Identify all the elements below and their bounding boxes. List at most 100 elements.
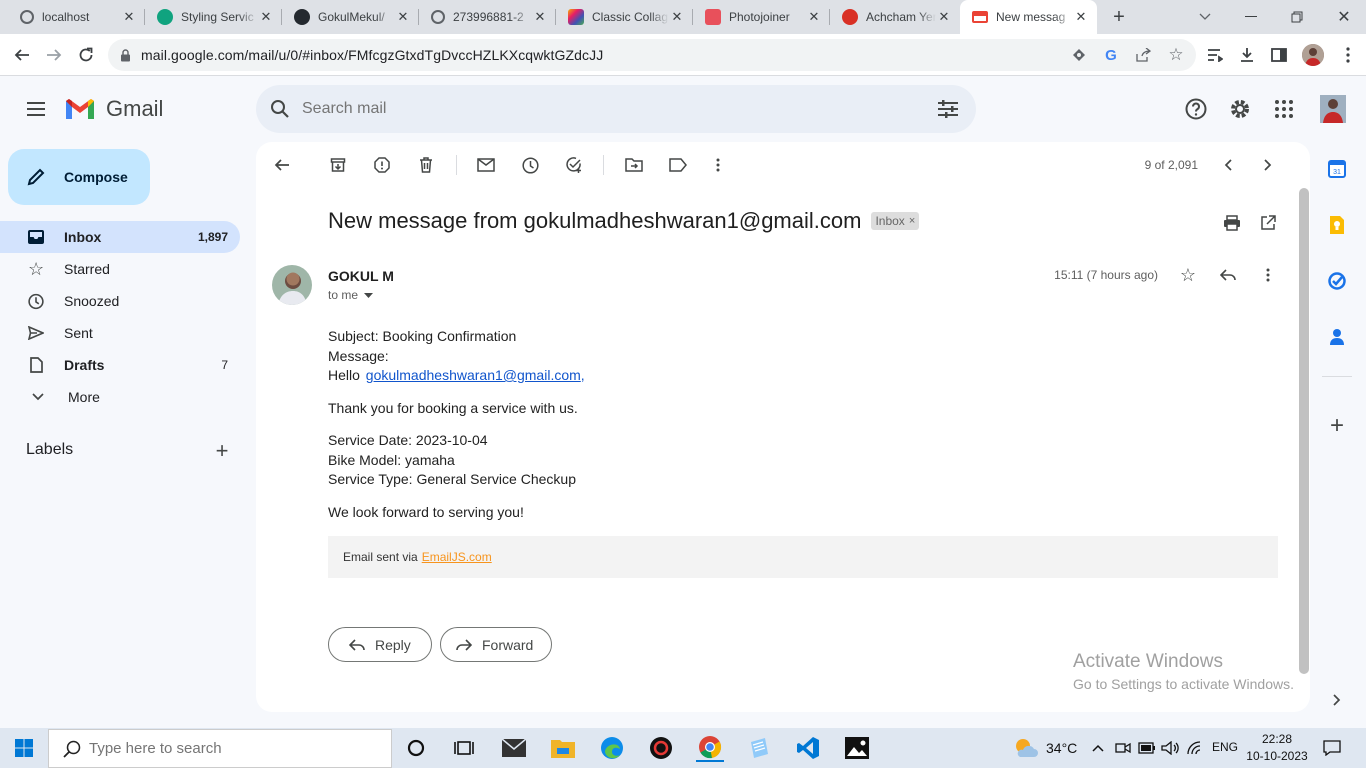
forward-button[interactable]: Forward <box>440 627 552 662</box>
gmail-logo[interactable]: Gmail <box>64 96 163 122</box>
share-icon[interactable] <box>1134 46 1152 64</box>
tab-search-icon[interactable] <box>1196 8 1214 26</box>
move-to-icon[interactable] <box>624 155 644 175</box>
mail-app-icon[interactable] <box>500 734 528 762</box>
close-window-icon[interactable]: ✕ <box>1333 6 1355 28</box>
apps-grid-icon[interactable] <box>1272 97 1296 121</box>
close-tab-icon[interactable]: ✕ <box>936 9 952 25</box>
reply-button[interactable]: Reply <box>328 627 432 662</box>
new-tab-icon[interactable]: + <box>1108 6 1130 28</box>
security-app-icon[interactable] <box>647 734 675 762</box>
photos-app-icon[interactable] <box>843 734 871 762</box>
taskbar-clock[interactable]: 22:28 10-10-2023 <box>1244 731 1310 765</box>
wifi-icon[interactable] <box>1187 739 1205 757</box>
mark-unread-icon[interactable] <box>476 155 496 175</box>
show-hidden-icons-chevron-icon[interactable] <box>1090 739 1106 757</box>
back-to-inbox-icon[interactable] <box>272 155 292 175</box>
forward-icon[interactable] <box>44 45 64 65</box>
account-avatar[interactable] <box>1320 95 1346 123</box>
lock-icon[interactable] <box>120 48 131 62</box>
close-tab-icon[interactable]: ✕ <box>532 9 548 25</box>
back-icon[interactable] <box>12 45 32 65</box>
nav-item-sent[interactable]: Sent <box>0 317 240 349</box>
search-options-icon[interactable] <box>938 100 958 118</box>
nav-item-drafts[interactable]: Drafts 7 <box>0 349 240 381</box>
get-addons-icon[interactable]: + <box>1327 412 1347 439</box>
meet-now-icon[interactable] <box>1114 739 1132 757</box>
close-tab-icon[interactable]: ✕ <box>121 9 137 25</box>
weather-icon[interactable] <box>1012 734 1040 762</box>
add-label-icon[interactable]: + <box>212 438 232 463</box>
minimize-window-icon[interactable] <box>1240 6 1262 28</box>
compose-button[interactable]: Compose <box>8 149 150 205</box>
sender-avatar[interactable] <box>272 265 312 305</box>
sender-name[interactable]: GOKUL M <box>328 268 394 284</box>
bookmark-star-icon[interactable]: ☆ <box>1166 45 1186 65</box>
notes-app-icon[interactable] <box>745 734 773 762</box>
browser-tab-active[interactable]: New messag ✕ <box>960 0 1097 34</box>
browser-tab[interactable]: Photojoiner ✕ <box>693 0 830 34</box>
contacts-app-icon[interactable] <box>1327 327 1347 347</box>
nav-item-snoozed[interactable]: Snoozed <box>0 285 240 317</box>
chrome-icon[interactable] <box>696 734 724 762</box>
profile-avatar[interactable] <box>1302 44 1324 66</box>
add-task-icon[interactable] <box>564 155 584 175</box>
browser-tab[interactable]: GokulMekul/ ✕ <box>282 0 419 34</box>
reading-list-icon[interactable] <box>1206 46 1224 64</box>
archive-icon[interactable] <box>328 155 348 175</box>
volume-icon[interactable] <box>1161 739 1179 757</box>
search-input[interactable] <box>302 100 902 118</box>
task-view-icon[interactable] <box>450 734 478 762</box>
more-options-icon[interactable] <box>708 155 728 175</box>
delete-icon[interactable] <box>416 155 436 175</box>
extension-icon[interactable] <box>1070 46 1088 64</box>
nav-item-more[interactable]: More <box>0 381 240 413</box>
emailjs-link[interactable]: EmailJS.com <box>422 550 492 564</box>
newer-chevron-left-icon[interactable] <box>1218 155 1238 175</box>
side-panel-icon[interactable] <box>1270 46 1288 64</box>
google-lens-icon[interactable]: G <box>1102 46 1120 64</box>
battery-icon[interactable] <box>1138 739 1156 757</box>
scrollbar[interactable] <box>1299 188 1309 674</box>
file-explorer-icon[interactable] <box>549 734 577 762</box>
reply-icon[interactable] <box>1218 265 1238 285</box>
close-tab-icon[interactable]: ✕ <box>258 9 274 25</box>
language-indicator[interactable]: ENG <box>1212 740 1238 754</box>
browser-tab[interactable]: localhost ✕ <box>8 0 145 34</box>
close-tab-icon[interactable]: ✕ <box>806 9 822 25</box>
search-bar[interactable] <box>256 85 976 133</box>
windows-start-icon[interactable] <box>10 734 38 762</box>
browser-menu-icon[interactable] <box>1338 45 1358 65</box>
expand-panel-chevron-icon[interactable] <box>1327 690 1347 710</box>
close-tab-icon[interactable]: ✕ <box>1073 9 1089 25</box>
close-tab-icon[interactable]: ✕ <box>395 9 411 25</box>
label-icon[interactable] <box>668 155 688 175</box>
tasks-app-icon[interactable] <box>1327 271 1347 291</box>
main-menu-icon[interactable] <box>24 97 48 121</box>
remove-label-icon[interactable]: × <box>909 215 915 227</box>
taskbar-search-box[interactable] <box>48 729 392 768</box>
address-bar[interactable]: mail.google.com/mail/u/0/#inbox/FMfcgzGt… <box>108 39 1196 71</box>
calendar-app-icon[interactable]: 31 <box>1327 159 1347 179</box>
cortana-icon[interactable] <box>402 734 430 762</box>
taskbar-search-input[interactable] <box>89 740 369 757</box>
nav-item-starred[interactable]: ☆ Starred <box>0 253 240 285</box>
report-spam-icon[interactable] <box>372 155 392 175</box>
snooze-icon[interactable] <box>520 155 540 175</box>
download-icon[interactable] <box>1238 46 1256 64</box>
browser-tab[interactable]: Achcham Yer ✕ <box>830 0 960 34</box>
nav-item-inbox[interactable]: Inbox 1,897 <box>0 221 240 253</box>
edge-browser-icon[interactable] <box>598 734 626 762</box>
notification-center-icon[interactable] <box>1322 738 1342 758</box>
email-link[interactable]: gokulmadheshwaran1@gmail.com <box>366 367 581 383</box>
caret-down-icon[interactable] <box>364 292 374 298</box>
settings-gear-icon[interactable] <box>1228 97 1252 121</box>
message-more-icon[interactable] <box>1258 265 1278 285</box>
older-chevron-right-icon[interactable] <box>1258 155 1278 175</box>
recipients-row[interactable]: to me <box>328 288 374 302</box>
browser-tab[interactable]: Styling Servic ✕ <box>145 0 282 34</box>
open-new-window-icon[interactable] <box>1258 213 1278 233</box>
restore-window-icon[interactable] <box>1286 6 1308 28</box>
close-tab-icon[interactable]: ✕ <box>669 9 685 25</box>
browser-tab[interactable]: 273996881-2 ✕ <box>419 0 556 34</box>
